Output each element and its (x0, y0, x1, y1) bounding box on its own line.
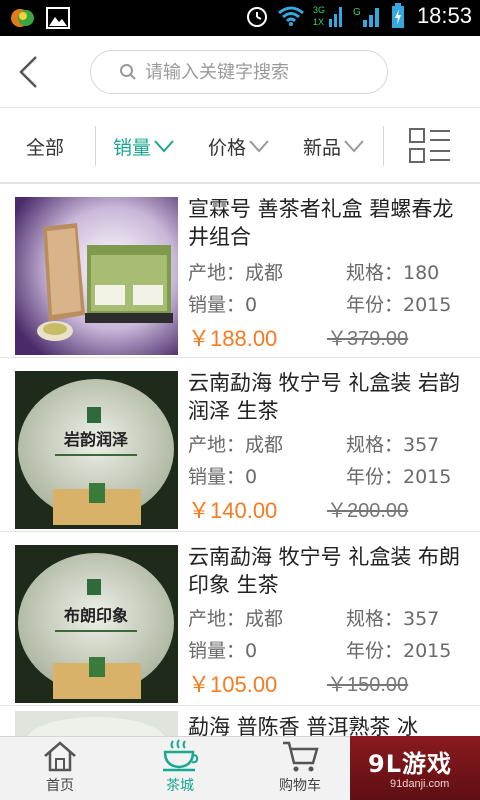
product-origin: 产地：成都 (188, 262, 284, 284)
svg-text:3G: 3G (313, 5, 325, 15)
clock: 18:53 (416, 3, 472, 28)
product-original-price: ￥150.00 (327, 674, 409, 696)
product-spec: 规格：180 (346, 262, 440, 284)
product-year: 年份：2015 (346, 294, 452, 316)
filter-label: 销量 (113, 136, 152, 159)
tab-tea-city[interactable]: 茶城 (120, 737, 240, 800)
product-sales: 销量：0 (188, 294, 258, 316)
search-box[interactable] (90, 50, 388, 94)
watermark-url: 91danji.com (390, 778, 450, 790)
product-image: 布朗印象 (15, 545, 178, 703)
image-notification-icon (46, 7, 70, 29)
search-input[interactable] (145, 61, 365, 83)
cart-icon (283, 741, 319, 772)
divider (383, 126, 384, 166)
search-icon (119, 63, 137, 81)
product-item[interactable]: 宣霖号 善茶者礼盒 碧螺春龙井组合 产地：成都 规格：180 销量：0 年份：2… (0, 185, 480, 358)
svg-text:布朗印象: 布朗印象 (64, 606, 128, 625)
mobile-data-icon: 3G 1X (313, 5, 342, 27)
product-image (15, 197, 178, 355)
product-title: 宣霖号 善茶者礼盒 碧螺春龙井组合 (188, 197, 454, 249)
tab-label: 首页 (46, 778, 74, 794)
filter-price[interactable]: 价格 (208, 108, 270, 184)
chevron-left-icon (19, 56, 37, 88)
product-original-price: ￥200.00 (327, 500, 409, 522)
product-spec: 规格：357 (346, 434, 440, 456)
product-origin: 产地：成都 (188, 608, 284, 630)
filter-label: 全部 (26, 136, 65, 159)
tab-label: 茶城 (166, 778, 194, 794)
home-icon (44, 741, 76, 772)
product-price: ￥188.00 (188, 326, 278, 351)
chevron-down-icon (248, 139, 270, 153)
watermark-text: 9L游戏 (368, 750, 452, 778)
product-image (15, 711, 178, 736)
product-price: ￥105.00 (188, 672, 278, 697)
product-title: 云南勐海 牧宁号 礼盒装 岩韵润泽 生茶 (188, 371, 461, 423)
chevron-down-icon (153, 139, 175, 153)
svg-text:岩韵润泽: 岩韵润泽 (63, 430, 128, 449)
list-view-toggle[interactable] (408, 126, 452, 166)
alarm-icon (246, 7, 267, 27)
product-year: 年份：2015 (346, 466, 452, 488)
product-price: ￥140.00 (188, 498, 278, 523)
tab-home[interactable]: 首页 (0, 737, 120, 800)
product-sales: 销量：0 (188, 640, 258, 662)
status-bar: 3G 1X G 18:53 (0, 0, 480, 36)
product-item[interactable]: 岩韵润泽 云南勐海 牧宁号 礼盒装 岩韵润泽 生茶 产地：成都 规格：357 销… (0, 359, 480, 532)
filter-sales[interactable]: 销量 (113, 108, 175, 184)
product-image: 岩韵润泽 (15, 371, 178, 529)
wifi-icon (277, 6, 304, 26)
product-original-price: ￥379.00 (327, 328, 409, 350)
filter-all[interactable]: 全部 (26, 108, 64, 184)
svg-text:G: G (353, 7, 361, 18)
product-title: 云南勐海 牧宁号 礼盒装 布朗印象 生茶 (188, 545, 461, 597)
product-origin: 产地：成都 (188, 434, 284, 456)
product-spec: 规格：357 (346, 608, 440, 630)
battery-icon (391, 3, 404, 28)
filter-new[interactable]: 新品 (303, 108, 365, 184)
back-button[interactable] (8, 50, 48, 94)
tea-cup-icon (163, 739, 199, 772)
chevron-down-icon (343, 139, 365, 153)
filter-label: 新品 (303, 136, 342, 159)
svg-text:1X: 1X (313, 17, 324, 27)
product-title: 勐海 普陈香 普洱熟茶 冰 (188, 715, 419, 736)
product-item[interactable]: 勐海 普陈香 普洱熟茶 冰 (0, 707, 480, 736)
header (0, 36, 480, 108)
signal-icon: G (353, 7, 379, 27)
filter-label: 价格 (208, 136, 247, 159)
app-notification-icon (11, 9, 34, 27)
tab-label: 购物车 (279, 778, 321, 794)
site-watermark: 9L游戏 91danji.com (350, 736, 480, 800)
product-item[interactable]: 布朗印象 云南勐海 牧宁号 礼盒装 布朗印象 生茶 产地：成都 规格：357 销… (0, 533, 480, 706)
product-sales: 销量：0 (188, 466, 258, 488)
list-view-icon (409, 128, 450, 163)
product-year: 年份：2015 (346, 640, 452, 662)
filter-bar: 全部 销量 价格 新品 (0, 108, 480, 184)
divider (95, 126, 96, 166)
tab-cart[interactable]: 购物车 (240, 737, 360, 800)
